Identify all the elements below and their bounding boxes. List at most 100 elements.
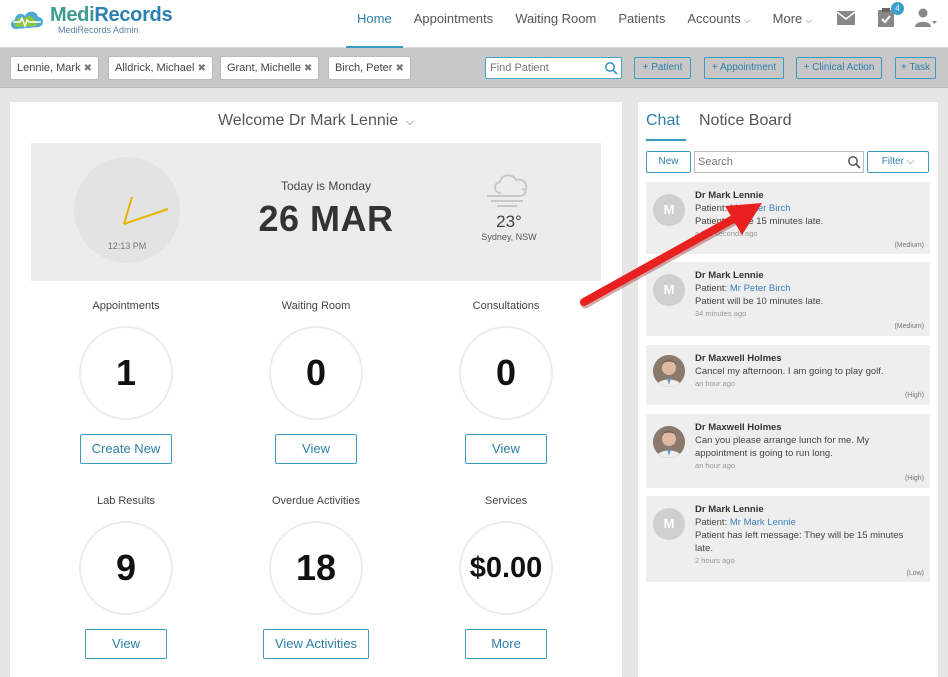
close-icon[interactable]: ✖ [84,63,92,74]
message-priority: (Medium) [894,242,924,249]
chat-search-input[interactable] [695,152,835,172]
view-waiting-room-button[interactable]: View [275,434,357,464]
patient-link[interactable]: Mr Peter Birch [730,283,791,294]
message-text: late. [695,543,713,554]
close-icon[interactable]: ✖ [395,63,403,74]
message-patient: Patient: Mr Peter Birch [695,203,791,214]
brand-subtitle: MediRecords Admin [58,25,139,35]
avatar: M [653,274,685,306]
active-tab-indicator [646,139,686,141]
analog-clock: 12:13 PM [74,157,180,263]
patient-link[interactable]: Mr Peter Birch [730,203,791,214]
chat-message[interactable]: M Dr Mark Lennie Patient: Mr Peter Birch… [646,182,930,254]
find-patient-input[interactable] [486,58,596,78]
view-activities-button[interactable]: View Activities [262,629,370,659]
message-patient: Patient: Mr Peter Birch [695,283,791,294]
message-text: Cancel my afternoon. I am going to play … [695,366,884,377]
close-icon[interactable]: ✖ [304,63,312,74]
chevron-down-icon: ⌵ [405,116,414,128]
chat-message[interactable]: M Dr Mark Lennie Patient: Mr Mark Lennie… [646,496,930,582]
chevron-down-icon: ⌵ [805,15,813,25]
nav-accounts[interactable]: Accounts ⌵ [676,0,761,48]
stat-value: 0 [459,326,553,420]
dashboard-panel: Welcome Dr Mark Lennie ⌵ 12:13 PM Today … [10,102,622,677]
nav-home[interactable]: Home [346,0,403,48]
message-sender: Dr Maxwell Holmes [695,353,782,364]
patient-link[interactable]: Mr Mark Lennie [730,517,796,528]
today-date: 26 MAR [258,198,394,239]
search-icon[interactable] [604,61,618,80]
chat-message[interactable]: Dr Maxwell Holmes Can you please arrange… [646,414,930,488]
message-sender: Dr Mark Lennie [695,190,764,201]
message-priority: (Medium) [894,323,924,330]
message-sender: Dr Maxwell Holmes [695,422,782,433]
patient-tab[interactable]: Birch, Peter ✖ [328,56,411,80]
cloud-wind-icon [487,174,528,207]
tab-chat[interactable]: Chat [646,112,680,130]
main-nav: Home Appointments Waiting Room Patients … [346,0,823,48]
stat-value: $0.00 [459,521,553,615]
weather-widget: 23° Sydney, NSW [474,169,544,242]
chat-message[interactable]: M Dr Mark Lennie Patient: Mr Peter Birch… [646,262,930,336]
close-icon[interactable]: ✖ [197,63,205,74]
find-patient-field[interactable] [485,57,622,79]
nav-waiting-room[interactable]: Waiting Room [504,0,607,48]
clock-time: 12:13 PM [107,241,147,251]
chevron-down-icon: ⌵ [743,15,751,25]
filter-button[interactable]: Filter ⌵ [867,151,929,173]
add-clinical-action-button[interactable]: + Clinical Action [796,57,882,79]
message-time: 2 hours ago [695,556,735,565]
patient-tab[interactable]: Grant, Michelle ✖ [220,56,320,80]
create-appointment-button[interactable]: Create New [79,434,173,464]
add-task-button[interactable]: + Task [895,57,936,79]
doctor-photo-icon [653,426,685,458]
date-weather-card: 12:13 PM Today is Monday 26 MAR 23° Sydn… [31,143,601,281]
patient-tab[interactable]: Alldrick, Michael ✖ [108,56,213,80]
medirecords-logo[interactable]: MediRecords MediRecords Admin [8,4,173,35]
top-navbar: MediRecords MediRecords Admin Home Appoi… [0,0,948,48]
user-icon [915,8,937,27]
avatar: M [653,508,685,540]
nav-appointments[interactable]: Appointments [403,0,505,48]
message-text: Can you please arrange lunch for me. My [695,435,870,446]
view-lab-results-button[interactable]: View [85,629,167,659]
message-time: a few seconds ago [695,229,758,238]
message-text: Patient will be 15 minutes late. [695,216,824,227]
weather-location: Sydney, NSW [481,232,537,242]
clipboard-check-icon[interactable]: 4 [874,2,904,30]
temperature: 23° [496,212,522,231]
welcome-dropdown[interactable]: Welcome Dr Mark Lennie ⌵ [10,112,622,130]
new-message-button[interactable]: New [646,151,691,173]
add-patient-button[interactable]: + Patient [634,57,691,79]
stat-value: 9 [79,521,173,615]
message-sender: Dr Mark Lennie [695,504,764,515]
stat-lab-results: Lab Results 9 View [31,495,221,659]
stat-overdue-activities: Overdue Activities 18 View Activities [221,495,411,659]
add-appointment-button[interactable]: + Appointment [704,57,784,79]
stat-waiting-room: Waiting Room 0 View [221,300,411,464]
user-menu[interactable] [914,6,938,30]
tasks-count-badge: 4 [891,2,904,15]
search-icon[interactable] [847,155,861,174]
patient-tab-strip: Lennie, Mark ✖ Alldrick, Michael ✖ Grant, … [0,48,948,88]
nav-more[interactable]: More ⌵ [762,0,823,48]
view-consultations-button[interactable]: View [465,434,547,464]
cloud-heartbeat-icon [10,11,44,29]
chat-message[interactable]: Dr Maxwell Holmes Cancel my afternoon. I… [646,345,930,405]
more-services-button[interactable]: More [465,629,547,659]
envelope-icon[interactable] [834,6,858,30]
avatar [653,355,685,387]
brand-name: MediRecords [50,4,173,26]
message-text: Patient will be 10 minutes late. [695,296,824,307]
nav-patients[interactable]: Patients [607,0,676,48]
message-priority: (Low) [906,570,924,577]
message-text: appointment is going to run long. [695,448,833,459]
chat-search-field[interactable] [694,151,864,173]
avatar [653,426,685,458]
today-label: Today is Monday [280,179,372,193]
stat-appointments: Appointments 1 Create New [31,300,221,464]
stat-value: 18 [269,521,363,615]
tab-notice-board[interactable]: Notice Board [699,112,792,130]
message-priority: (High) [904,475,924,482]
patient-tab[interactable]: Lennie, Mark ✖ [10,56,99,80]
